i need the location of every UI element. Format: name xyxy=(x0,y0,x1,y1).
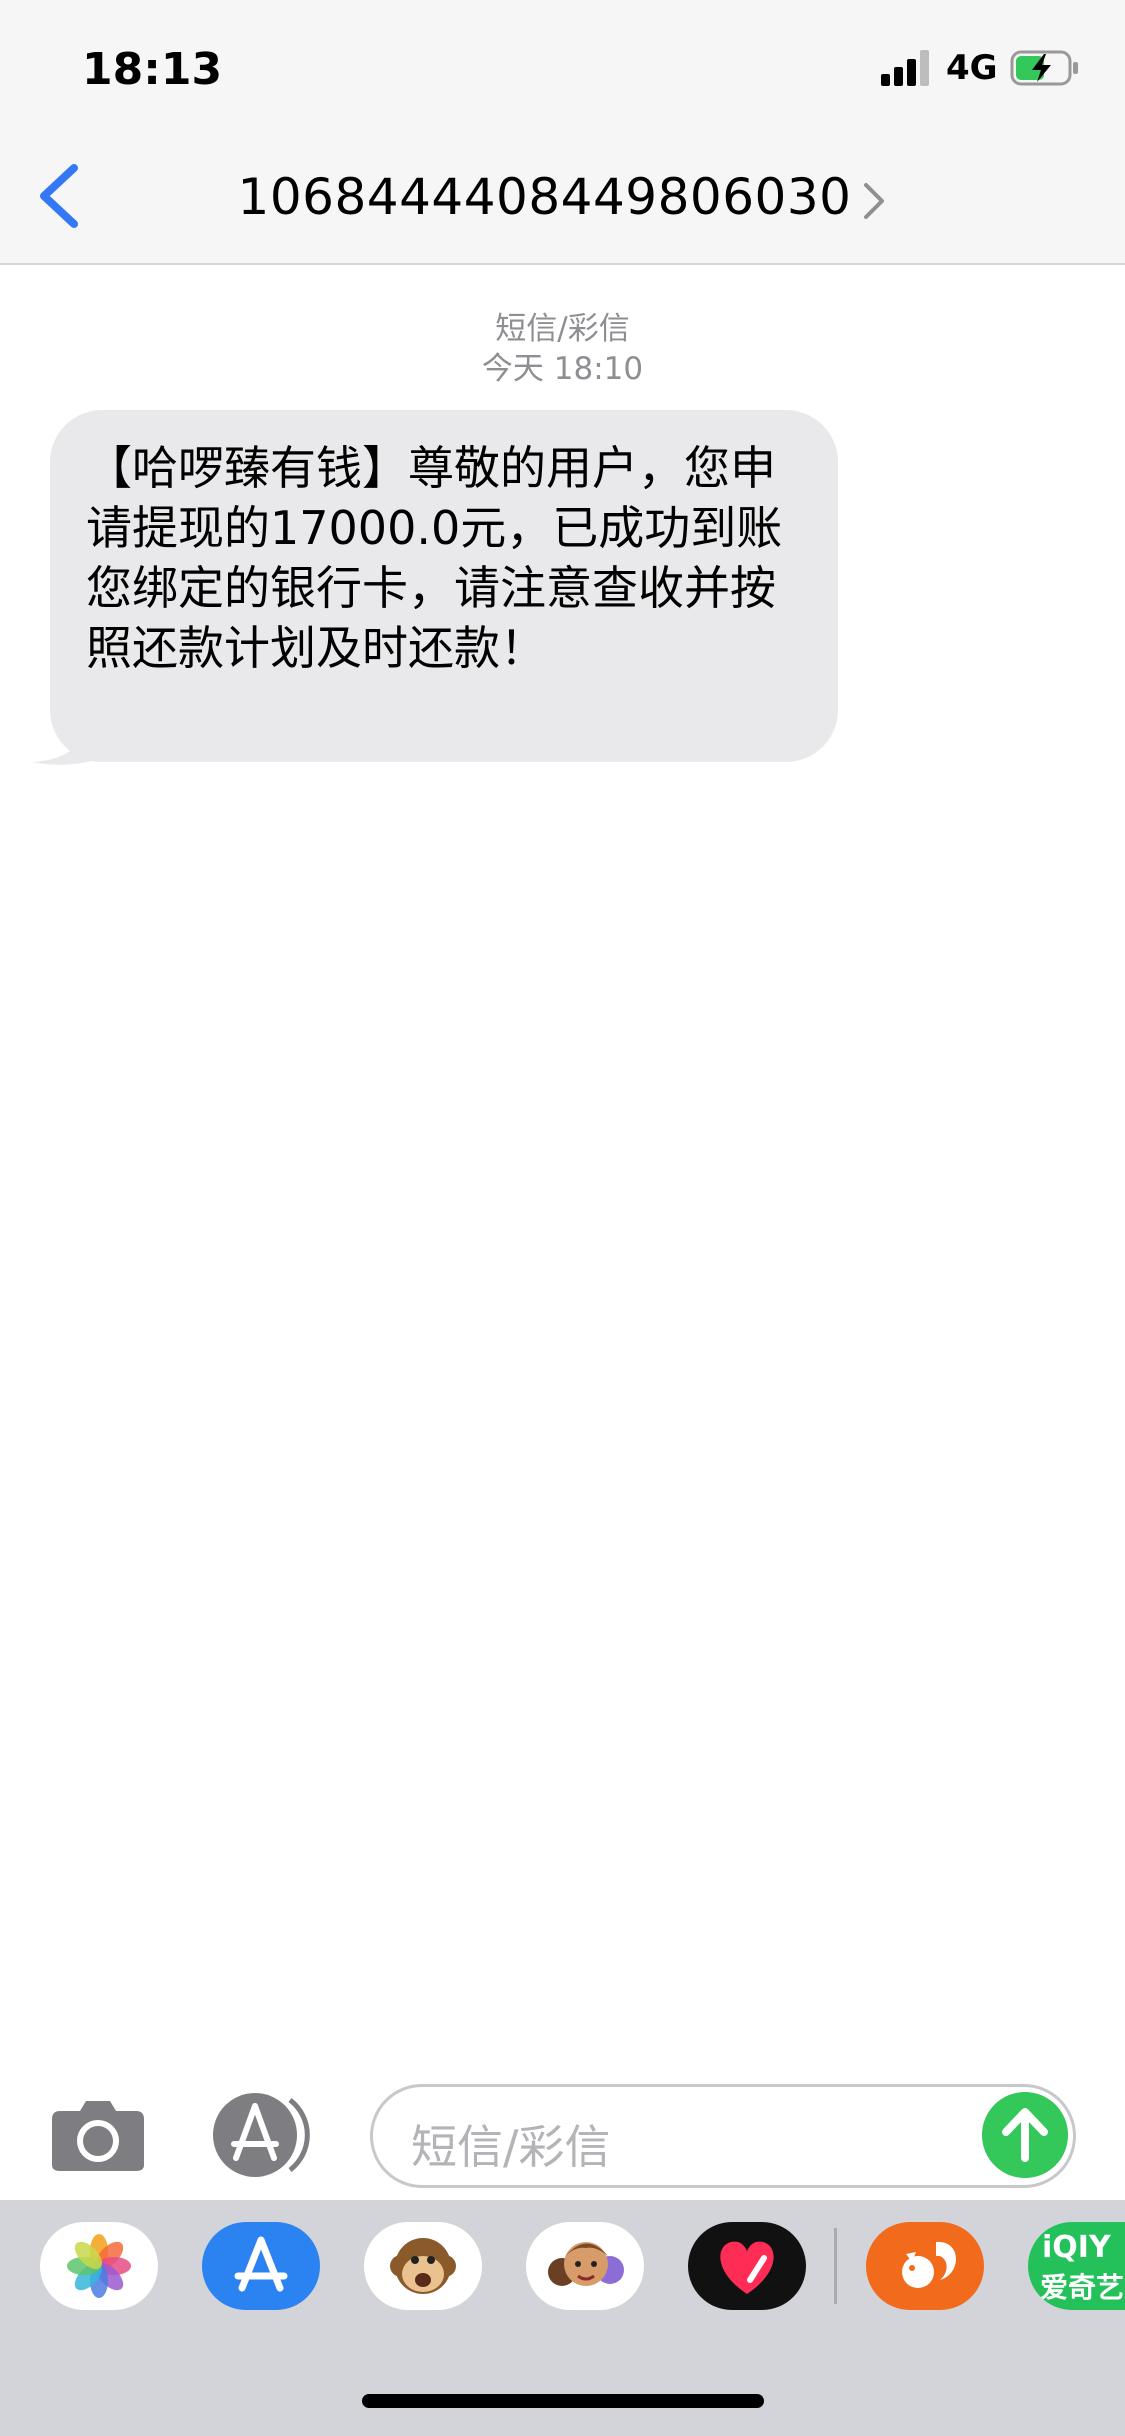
message-bubble[interactable]: 【哈啰臻有钱】尊敬的用户，您申请提现的17000.0元，已成功到账您绑定的银行卡… xyxy=(32,410,838,765)
digital-touch-heart-icon[interactable] xyxy=(688,2222,806,2310)
home-indicator xyxy=(362,2394,764,2408)
message-bubble-body: 【哈啰臻有钱】尊敬的用户，您申请提现的17000.0元，已成功到账您绑定的银行卡… xyxy=(50,410,838,762)
app-store-icon[interactable] xyxy=(202,2222,320,2310)
memoji-icon[interactable] xyxy=(526,2222,644,2310)
iqiyi-icon[interactable]: iQIY 爱奇艺 xyxy=(1028,2222,1125,2310)
iqiyi-label-top: iQIY xyxy=(1042,2230,1111,2265)
message-input[interactable]: 短信/彩信 xyxy=(370,2084,1076,2188)
squirrel-app-icon[interactable] xyxy=(866,2222,984,2310)
signal-icon xyxy=(881,50,929,86)
camera-icon[interactable] xyxy=(50,2097,146,2173)
contact-title[interactable]: 1068444408449806030 xyxy=(0,168,1125,226)
send-arrow-icon[interactable] xyxy=(982,2092,1068,2178)
contact-number: 1068444408449806030 xyxy=(237,168,852,226)
network-type: 4G xyxy=(946,48,998,88)
message-input-placeholder: 短信/彩信 xyxy=(411,2120,611,2174)
message-kind-label: 短信/彩信 xyxy=(495,311,630,347)
message-timestamp: 今天 18:10 xyxy=(481,351,644,387)
status-time: 18:13 xyxy=(82,44,223,95)
app-store-icon[interactable] xyxy=(208,2090,318,2180)
message-text: 【哈啰臻有钱】尊敬的用户，您申请提现的17000.0元，已成功到账您绑定的银行卡… xyxy=(86,441,783,675)
drawer-divider xyxy=(834,2228,837,2304)
monkey-animoji-icon[interactable] xyxy=(364,2222,482,2310)
header: 18:13 4G 1068444408449806030 xyxy=(0,0,1125,265)
battery-charging-icon xyxy=(1010,50,1078,86)
iqiyi-label-bottom: 爱奇艺 xyxy=(1040,2271,1125,2304)
chevron-right-icon xyxy=(864,182,885,219)
photos-icon[interactable] xyxy=(40,2222,158,2310)
